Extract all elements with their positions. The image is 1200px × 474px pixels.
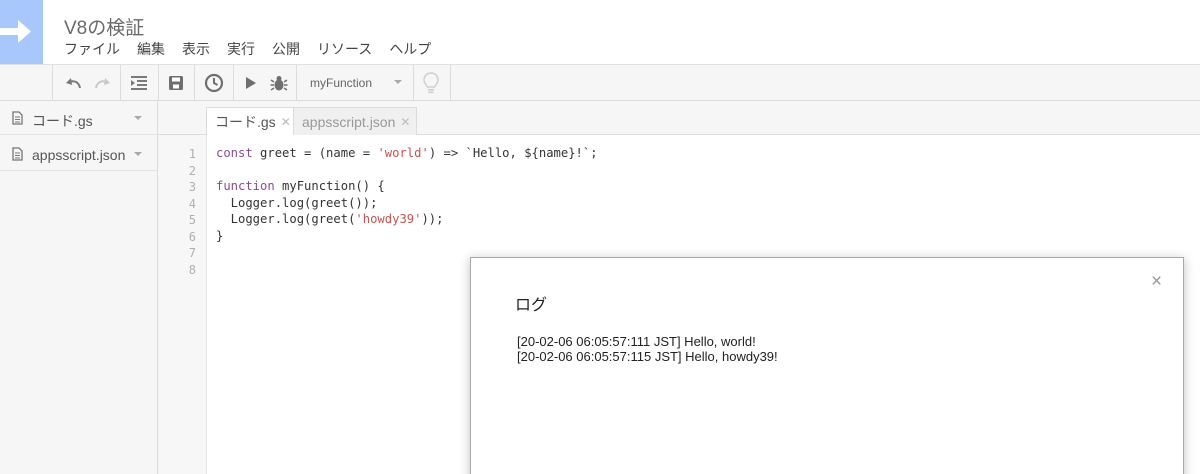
toolbar-divider	[450, 65, 451, 101]
tab-label: コード.gs	[215, 114, 276, 130]
trigger-clock-icon	[204, 73, 224, 93]
close-icon[interactable]: ✕	[400, 115, 410, 129]
tab-code-gs[interactable]: コード.gs ✕	[206, 107, 298, 136]
line-number: 6	[188, 230, 196, 244]
code-string: 'howdy39'	[355, 212, 422, 226]
menu-run[interactable]: 実行	[227, 40, 255, 58]
toolbar: myFunction	[0, 64, 1200, 101]
menu-publish[interactable]: 公開	[272, 40, 300, 58]
toolbar-divider	[52, 65, 53, 101]
hint-button[interactable]	[420, 71, 442, 95]
indent-button[interactable]	[128, 71, 150, 95]
menu-resources[interactable]: リソース	[317, 40, 372, 58]
log-entry: [20-02-06 06:05:57:111 JST] Hello, world…	[517, 334, 756, 349]
toolbar-divider	[194, 65, 195, 101]
sidebar-file-code-gs[interactable]: コード.gs	[0, 101, 157, 135]
app-header: V8の検証 ファイル 編集 表示 実行 公開 リソース ヘルプ	[0, 0, 1200, 64]
lightbulb-icon	[423, 72, 439, 94]
line-number: 7	[188, 246, 196, 260]
save-icon	[169, 76, 183, 90]
toolbar-divider	[233, 65, 234, 101]
line-number: 1	[188, 147, 196, 161]
project-title[interactable]: V8の検証	[64, 13, 144, 40]
chevron-down-icon	[394, 80, 402, 84]
line-number: 4	[188, 197, 196, 211]
code-keyword: const	[216, 146, 253, 160]
apps-script-logo[interactable]	[0, 0, 43, 64]
log-entry: [20-02-06 06:05:57:115 JST] Hello, howdy…	[517, 349, 778, 364]
code-line: }	[216, 229, 224, 243]
undo-button[interactable]	[64, 71, 84, 95]
function-select[interactable]: myFunction	[310, 73, 402, 93]
line-number-gutter: 1 2 3 4 5 6 7 8	[158, 135, 207, 474]
line-number: 2	[188, 164, 196, 178]
toolbar-divider	[158, 65, 159, 101]
menu-edit[interactable]: 編集	[137, 40, 165, 58]
redo-icon	[95, 78, 110, 89]
close-icon[interactable]: ✕	[281, 115, 291, 129]
editor-tab-bar: コード.gs ✕ appsscript.json ✕	[158, 101, 1200, 136]
menu-bar: ファイル 編集 表示 実行 公開 リソース ヘルプ	[64, 40, 448, 58]
debug-button[interactable]	[268, 71, 290, 95]
sidebar-file-label: appsscript.json	[32, 147, 126, 163]
code-keyword: function	[216, 179, 275, 193]
code-line: Logger.log(greet());	[216, 196, 378, 210]
code-line: Logger.log(greet('howdy39'));	[216, 212, 444, 226]
run-icon	[246, 77, 256, 89]
code-line: function myFunction() {	[216, 179, 385, 193]
redo-button[interactable]	[92, 71, 112, 95]
arrow-right-icon	[0, 20, 31, 43]
code-line: const greet = (name = 'world') => `Hello…	[216, 146, 598, 160]
tab-label: appsscript.json	[302, 113, 396, 130]
sidebar-file-appsscript-json[interactable]: appsscript.json	[0, 137, 157, 171]
triggers-button[interactable]	[202, 71, 226, 95]
save-button[interactable]	[165, 71, 187, 95]
function-select-value: myFunction	[310, 76, 373, 90]
tab-appsscript-json[interactable]: appsscript.json ✕	[293, 107, 418, 135]
toolbar-divider	[413, 65, 414, 101]
toolbar-divider	[296, 65, 297, 101]
file-icon	[12, 147, 23, 161]
chevron-down-icon[interactable]	[134, 116, 142, 120]
line-number: 5	[188, 213, 196, 227]
indent-icon	[131, 76, 147, 90]
menu-file[interactable]: ファイル	[64, 40, 120, 58]
code-string: 'world'	[377, 146, 429, 160]
sidebar-file-label: コード.gs	[32, 113, 93, 129]
toolbar-divider	[120, 65, 121, 101]
chevron-down-icon[interactable]	[134, 152, 142, 156]
line-number: 3	[188, 180, 196, 194]
close-icon[interactable]: ×	[1151, 272, 1162, 291]
file-sidebar: コード.gs appsscript.json	[0, 101, 158, 474]
run-button[interactable]	[242, 71, 260, 95]
log-dialog: ログ × [20-02-06 06:05:57:111 JST] Hello, …	[470, 257, 1184, 474]
menu-help[interactable]: ヘルプ	[389, 40, 431, 58]
file-icon	[12, 111, 23, 125]
line-number: 8	[188, 263, 196, 277]
log-dialog-title: ログ	[515, 297, 548, 314]
debug-icon	[270, 76, 288, 91]
undo-icon	[66, 78, 81, 89]
menu-view[interactable]: 表示	[182, 40, 210, 58]
